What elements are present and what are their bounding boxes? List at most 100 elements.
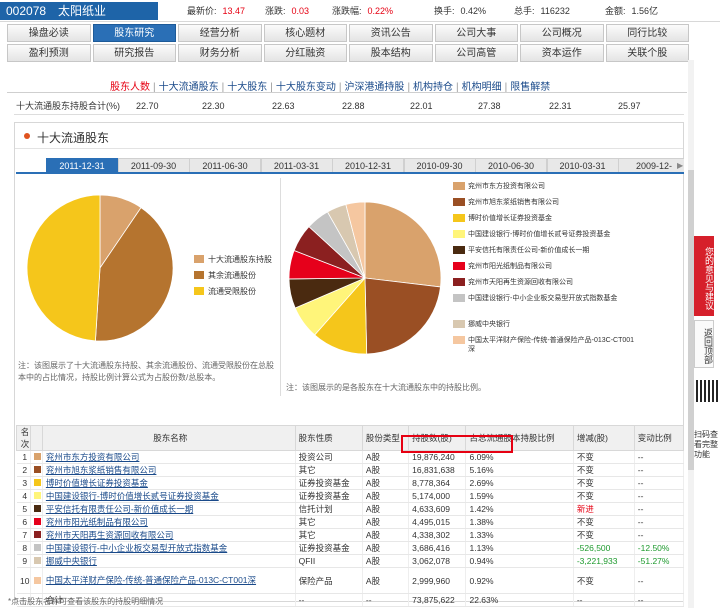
nav-button[interactable]: 关联个股 [605,44,689,62]
feedback-button[interactable]: 您的意见与建议 [694,236,714,316]
legend-label: 兖州市东方投资有限公司 [468,183,545,190]
date-tab[interactable]: 2011-12-31 [46,158,118,172]
section-title: 十大流通股东 [37,131,110,145]
type-cell: A股 [362,554,410,568]
date-tab[interactable]: 2010-09-30 [403,158,476,172]
legend-item: 中国建设银行-博时价值增长贰号证券投资基金 [453,230,639,239]
holders-pie-slice [364,277,441,355]
swatch-cell [30,515,43,529]
top10-total-value: 22.30 [202,101,225,111]
holder-name-link[interactable]: 挪威中央银行 [42,554,296,568]
holder-name-link[interactable]: 兖州市天阳再生资源回收有限公司 [42,528,296,542]
nav-button[interactable]: 公司大事 [434,24,518,42]
nature-cell: 保险产品 [295,567,363,594]
stock-title: 002078 太阳纸业 [0,2,158,20]
nav-button[interactable]: 同行比较 [605,24,689,42]
percent-cell: 1.13% [465,541,574,555]
nav-button[interactable]: 股本结构 [349,44,433,62]
table-row: 1 兖州市东方投资有限公司 投资公司 A股 19,876,240 6.09% 不变 -- [16,450,685,464]
nav-button[interactable]: 公司概况 [520,24,604,42]
shares-cell: 4,495,015 [408,515,467,529]
swatch-cell [30,554,43,568]
holder-name-link[interactable]: 中国太平洋财产保险-传统-普通保险产品-013C-CT001深 [42,567,296,594]
nav-button[interactable]: 经营分析 [178,24,262,42]
holder-name-link[interactable]: 兖州市东方投资有限公司 [42,450,296,464]
main-nav: 操盘必读 股东研究 经营分析 核心题材 资讯公告 公司大事 公司概况 同行比较盈利预测 研究报告… [7,24,691,64]
date-tab[interactable]: 2011-09-30 [117,158,190,172]
back-to-top-button[interactable]: 返回顶部 [694,320,714,368]
top10-total-label: 十大流通股东持股合计(%) [16,101,120,111]
date-tab[interactable]: 2011-03-31 [260,158,333,172]
holder-name-link[interactable]: 中国建设银行-中小企业板交易型开放式指数基金 [42,541,296,555]
change-cell: 不变 [573,463,635,477]
legend-item: 十大流通股东持股 [194,254,272,265]
holder-name-link[interactable]: 博时价值增长证券投资基金 [42,476,296,490]
change-cell: 不变 [573,528,635,542]
right-chart-note: 注：该图展示的是各股东在十大流通股东中的持股比例。 [286,383,486,392]
top10-total-value: 22.63 [272,101,295,111]
holder-name-link[interactable]: 兖州市旭东浆纸销售有限公司 [42,463,296,477]
nav-button[interactable]: 股东研究 [92,24,176,42]
nav-row: 盈利预测 研究报告 财务分析 分红融资 股本结构 公司高管 资本运作 关联个股 [7,44,691,62]
holder-name-link[interactable]: 中国建设银行-博时价值增长贰号证券投资基金 [42,489,296,503]
change-cell: 不变 [573,515,635,529]
nav-button[interactable]: 公司高管 [434,44,518,62]
header-rank: 名次 [16,425,31,451]
nav-button[interactable]: 操盘必读 [7,24,91,42]
nav-button[interactable]: 盈利预测 [7,44,91,62]
date-tab[interactable]: 2009-12- [618,158,684,172]
nature-cell: 信托计划 [295,502,363,516]
table-row: 8 中国建设银行-中小企业板交易型开放式指数基金 证券投资基金 A股 3,686,416… [16,541,685,555]
holder-name-link[interactable]: 兖州市阳光纸制品有限公司 [42,515,296,529]
nav-button[interactable]: 资讯公告 [349,24,433,42]
nav-button[interactable]: 研究报告 [92,44,176,62]
nav-button[interactable]: 资本运作 [520,44,604,62]
shares-cell: 16,831,638 [408,463,467,477]
legend-item: 中国建设银行-中小企业板交易型开放式指数基金 [453,294,639,303]
percent-cell: 2.69% [465,476,574,490]
nav-button[interactable]: 核心题材 [263,24,347,42]
legend-item: 博时价值增长证券投资基金 [453,214,639,223]
color-swatch [33,544,41,551]
rank-cell: 9 [16,554,31,568]
nature-cell: 其它 [295,528,363,542]
table-row: 6 兖州市阳光纸制品有限公司 其它 A股 4,495,015 1.38% 不变 -- [16,515,685,529]
date-tab[interactable]: 2010-03-31 [546,158,619,172]
swatch-cell [30,463,43,477]
nav-button[interactable]: 财务分析 [178,44,262,62]
left-chart-panel: 十大流通股东持股 其余流通股份 流通受限股份 注：该图展示了十大流通股东持股、其… [16,178,281,396]
percent-cell: 0.94% [465,554,574,568]
color-swatch [33,557,41,564]
date-tab[interactable]: 2010-06-30 [475,158,547,172]
legend-label: 中国建设银行-博时价值增长贰号证券投资基金 [468,231,611,238]
rank-cell: 7 [16,528,31,542]
rank-cell: 10 [16,567,31,594]
type-cell: A股 [362,489,410,503]
nav-button[interactable]: 分红融资 [263,44,347,62]
legend-swatch [453,294,465,302]
arrow-right-icon[interactable]: ▶ [677,161,683,170]
shares-cell: 5,174,000 [408,489,467,503]
change-ratio-cell: -- [634,450,685,464]
change-cell: 不变 [573,567,635,594]
nature-cell: 其它 [295,515,363,529]
header-holder-name: 股东名称 [41,425,296,451]
change-ratio-cell: -- [634,528,685,542]
divider [7,92,687,93]
date-tab[interactable]: 2011-06-30 [189,158,261,172]
legend-swatch [194,271,204,279]
change-ratio-cell: -- [634,567,685,594]
legend-label: 兖州市天阳再生资源回收有限公司 [468,279,573,286]
color-swatch [33,453,41,460]
holder-name-link[interactable]: 平安信托有限责任公司-新价值成长一期 [42,502,296,516]
change-ratio-cell: -- [634,502,685,516]
date-tab[interactable]: 2010-12-31 [332,158,404,172]
legend-swatch [194,287,204,295]
percent-cell: 0.92% [465,567,574,594]
top10-total-value: 25.97 [618,101,641,111]
shares-cell: 3,062,078 [408,554,467,568]
table-row: 4 中国建设银行-博时价值增长贰号证券投资基金 证券投资基金 A股 5,174,000 1… [16,489,685,503]
color-swatch [33,492,41,499]
legend-item: 兖州市东方投资有限公司 [453,182,639,191]
change-cell: -- [573,593,635,607]
